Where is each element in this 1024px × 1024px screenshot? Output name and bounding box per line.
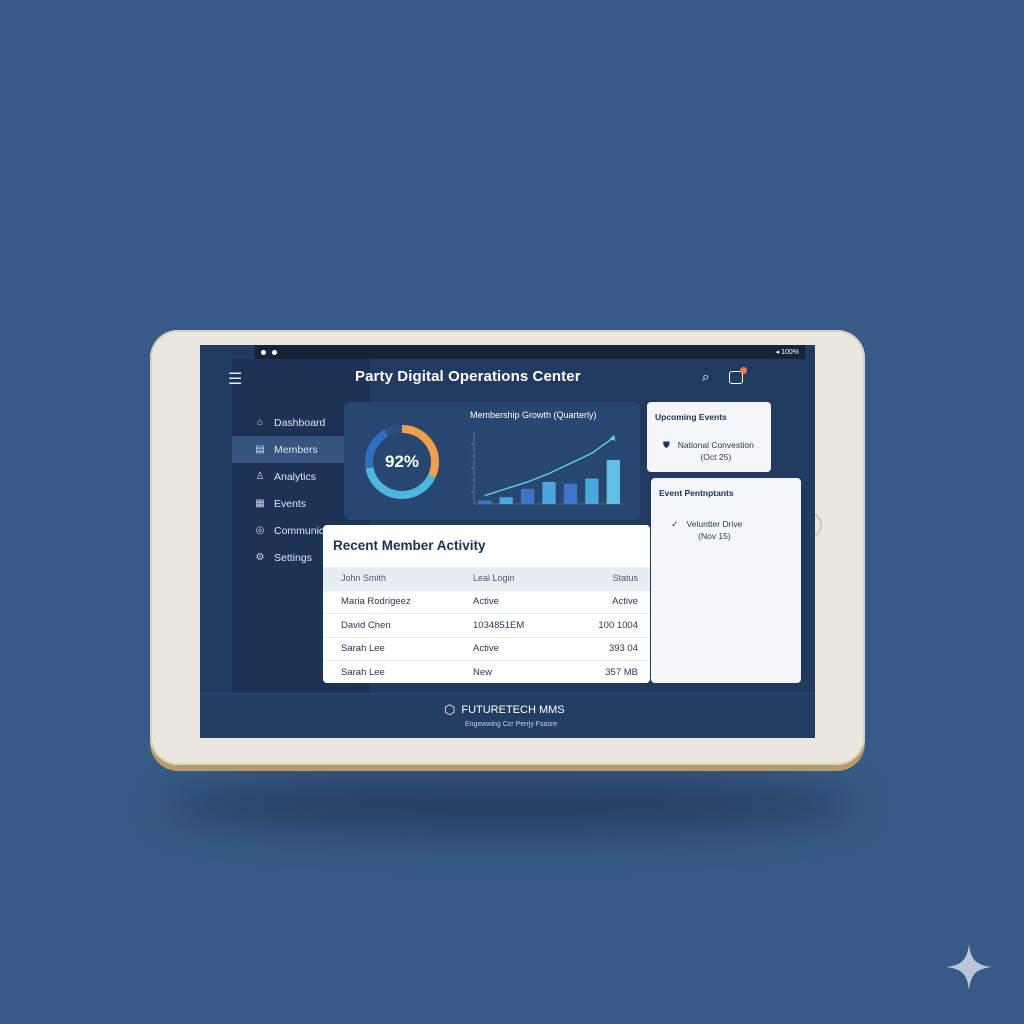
sidebar-item-label: Events <box>274 497 307 510</box>
chart-bar <box>520 488 535 504</box>
sidebar-item-label: Members <box>274 443 318 456</box>
table-cell: 357 MB <box>605 666 638 678</box>
chart-bar <box>499 497 513 504</box>
recent-activity-table: Recent Member Activity John Smith Leal L… <box>323 525 650 683</box>
table-cell: 393 04 <box>608 643 638 655</box>
table-row[interactable]: David Chen 1034851EM 100 1004 <box>323 614 650 638</box>
gauge-value: 92% <box>384 452 420 471</box>
table-cell: New <box>473 666 493 678</box>
table-cell: Sarah Lee <box>341 666 385 678</box>
events-icon: ▦ <box>255 498 265 509</box>
table-row[interactable]: Sarah Lee Active 393 04 <box>323 638 650 661</box>
chart-title: Membership Growth (Quarterly) <box>470 410 597 420</box>
upcoming-events-heading: Upcoming Events <box>655 412 727 422</box>
chart-bar <box>585 478 599 504</box>
event-date: (Oct 25) <box>700 452 732 462</box>
camera-dots-icon <box>261 349 277 355</box>
notification-icon[interactable] <box>729 366 748 384</box>
footer: ⬡ FUTURETECH MMS Engewwing Ccr Perrjy Fs… <box>200 693 815 738</box>
cube-logo-icon: ⬡ <box>444 702 456 717</box>
shield-icon: ⛊ <box>663 440 670 450</box>
column-header[interactable]: Status <box>593 573 650 583</box>
event-item[interactable]: ✓ Veluntter Drive (Nov 15) <box>671 518 742 542</box>
sparkle-icon <box>946 944 992 990</box>
dashboard-icon: ⌂ <box>256 417 264 428</box>
chart-bar <box>606 459 620 504</box>
footer-brand: ⬡ FUTURETECH MMS <box>444 702 565 718</box>
event-name: National Convestion <box>677 440 754 450</box>
column-header[interactable]: Leal Login <box>473 573 593 583</box>
members-icon: ▤ <box>255 444 265 455</box>
notification-badge <box>740 366 748 374</box>
table-header-row: John Smith Leal Login Status <box>323 567 650 591</box>
analytics-icon: ♙ <box>255 471 265 482</box>
event-item[interactable]: ⛊ National Convestion (Oct 25) <box>663 439 754 463</box>
page-title: Party Digital Operations Center <box>355 368 581 385</box>
table-cell: Active <box>473 643 499 655</box>
event-participants-heading: Event Pentnptants <box>659 488 734 498</box>
table-cell: Maria Rodrigeez <box>341 596 411 608</box>
table-cell: Active <box>473 596 499 608</box>
table-row[interactable]: Maria Rodrigeez Active Active <box>323 591 650 614</box>
chart-bar <box>542 481 556 504</box>
sidebar-item-label: Analytics <box>274 470 317 483</box>
event-date: (Nov 15) <box>698 531 731 541</box>
recent-activity-heading: Recent Member Activity <box>333 538 486 553</box>
event-name: Veluntter Drive <box>686 519 743 529</box>
communications-icon: ◎ <box>255 525 265 536</box>
header-actions: ⌕ <box>702 366 748 385</box>
search-icon[interactable]: ⌕ <box>702 369 709 385</box>
settings-icon: ⚙ <box>255 552 265 563</box>
footer-tagline: Engewwing Ccr Perrjy Fsasre <box>465 721 558 728</box>
tablet-screen: ◂ 100% ⌂ Dashboard ▤ Members ♙ Analytics… <box>200 345 815 738</box>
upcoming-events-card: Upcoming Events ⛊ National Convestion (O… <box>647 402 771 472</box>
sidebar-item-label: Settings <box>274 551 312 564</box>
event-participants-card: Event Pentnptants ✓ Veluntter Drive (Nov… <box>651 478 801 683</box>
table-cell: Active <box>612 596 638 608</box>
table-row[interactable]: Sarah Lee New 357 MB <box>323 661 650 683</box>
table-cell: David Chen <box>341 619 391 631</box>
table-cell: Sarah Lee <box>341 643 385 655</box>
check-shield-icon: ✓ <box>671 519 679 529</box>
chart-bar <box>563 483 578 504</box>
table-cell: 1034851EM <box>473 619 525 631</box>
sidebar-item-label: Dashboard <box>274 416 326 429</box>
brand-name: FUTURETECH MMS <box>461 704 565 716</box>
hamburger-menu-icon[interactable]: ☰ <box>228 369 242 389</box>
status-indicators: ◂ 100% <box>775 349 799 356</box>
column-header[interactable]: John Smith <box>323 573 473 583</box>
table-cell: 100 1004 <box>598 619 638 631</box>
status-bar: ◂ 100% <box>255 345 805 359</box>
membership-stats-card: 92% Membership Growth (Quarterly) <box>344 402 640 520</box>
chart-bar <box>478 500 492 504</box>
tablet-shadow <box>165 775 855 835</box>
membership-growth-chart <box>471 432 624 505</box>
